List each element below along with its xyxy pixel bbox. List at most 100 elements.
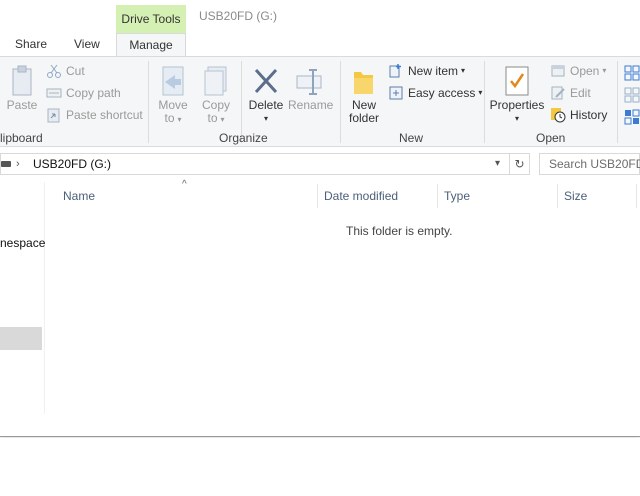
easy-access-button[interactable]: Easy access ▾ (388, 83, 482, 103)
history-icon (550, 107, 566, 123)
clipboard-group-label: lipboard (0, 131, 43, 145)
move-to-label-line2: to ▾ (155, 112, 191, 126)
folder-icon (354, 72, 373, 94)
dropdown-arrow-icon: ▾ (177, 115, 182, 124)
paste-button[interactable]: Paste (4, 63, 40, 123)
drive-tools-context-tab: Drive Tools (116, 5, 186, 33)
column-header-name[interactable]: Name (63, 182, 95, 210)
organize-group-label: Organize (219, 131, 268, 145)
easy-access-label: Easy access (408, 86, 476, 100)
open-label: Open (570, 64, 600, 78)
copy-to-icon (204, 66, 227, 96)
nav-item-selected[interactable] (0, 327, 42, 350)
select-none-icon[interactable] (624, 87, 640, 103)
column-divider[interactable] (636, 184, 637, 208)
dropdown-arrow-icon: ▾ (461, 66, 466, 75)
drive-icon (1, 161, 11, 167)
select-all-icon[interactable] (624, 65, 640, 81)
cut-label: Cut (66, 64, 85, 78)
copy-path-button[interactable]: Copy path (46, 83, 121, 103)
open-button[interactable]: Open ▾ (550, 61, 606, 81)
new-item-icon (388, 63, 404, 79)
rename-button[interactable]: Rename (288, 63, 333, 125)
dropdown-arrow-icon: ▾ (602, 66, 607, 75)
navigation-pane: nespace (0, 182, 45, 414)
move-to-label: Move to ▾ (155, 99, 191, 126)
new-item-button[interactable]: New item ▾ (388, 61, 465, 81)
ribbon: Paste Cut Copy path Paste shortcut lipbo… (0, 56, 640, 147)
new-folder-label: New folder (345, 99, 383, 125)
rename-icon (296, 69, 322, 95)
address-bar[interactable]: › USB20FD (G:) ▾ (0, 153, 510, 175)
ribbon-separator (617, 61, 618, 143)
search-input[interactable]: Search USB20FD (G:) (539, 153, 640, 175)
breadcrumb-chevron-icon[interactable]: › (16, 154, 20, 174)
refresh-icon: ↻ (514, 157, 525, 171)
refresh-button[interactable]: ↻ (510, 153, 530, 175)
search-placeholder: Search USB20FD (G:) (549, 157, 640, 171)
ribbon-tabs: Share View Manage (0, 33, 640, 57)
tab-view[interactable]: View (74, 33, 100, 56)
tab-share[interactable]: Share (15, 33, 47, 56)
paste-label: Paste (6, 98, 38, 112)
copy-to-button[interactable]: Copy to ▾ (198, 63, 234, 125)
copy-to-label-line2-text: to (207, 111, 218, 125)
paste-shortcut-button[interactable]: Paste shortcut (46, 105, 143, 125)
column-header-date-modified[interactable]: Date modified (324, 182, 398, 210)
edit-pencil-icon (550, 85, 566, 101)
delete-label-text: Delete (248, 98, 284, 112)
new-folder-button[interactable]: New folder (345, 63, 383, 125)
open-group-label: Open (536, 131, 566, 145)
window-title: USB20FD (G:) (199, 9, 278, 23)
open-icon (550, 63, 566, 79)
column-header-size[interactable]: Size (564, 182, 587, 210)
move-to-icon (162, 66, 184, 96)
copy-to-label: Copy to ▾ (198, 99, 234, 126)
column-header-type[interactable]: Type (444, 182, 470, 210)
edit-label: Edit (570, 86, 591, 100)
explorer-window: Drive Tools USB20FD (G:) Share View Mana… (0, 0, 640, 437)
properties-icon (505, 66, 529, 96)
copy-path-icon (46, 85, 62, 101)
clipboard-icon (12, 65, 32, 96)
properties-label: Properties ▾ (489, 99, 545, 125)
easy-access-icon (388, 85, 404, 101)
file-list: ^ Name Date modified Type Size This fold… (46, 179, 640, 436)
breadcrumb-current[interactable]: USB20FD (G:) (33, 154, 111, 174)
move-to-button[interactable]: Move to ▾ (155, 63, 191, 125)
dropdown-arrow-icon: ▾ (220, 115, 225, 124)
nav-item-namespace[interactable]: nespace (0, 236, 45, 250)
column-divider[interactable] (317, 184, 318, 208)
sort-ascending-icon: ^ (182, 179, 187, 190)
dropdown-arrow-icon: ▾ (478, 88, 483, 97)
cut-button[interactable]: Cut (46, 61, 85, 81)
address-row: › USB20FD (G:) ▾ ↻ Search USB20FD (G:) (0, 148, 640, 182)
new-folder-label-line2: folder (348, 111, 380, 125)
tab-manage[interactable]: Manage (116, 33, 186, 57)
dropdown-arrow-icon: ▾ (263, 114, 268, 123)
ribbon-separator (484, 61, 485, 143)
empty-folder-message: This folder is empty. (346, 224, 453, 238)
paste-shortcut-label: Paste shortcut (66, 108, 143, 122)
copy-to-label-line2: to ▾ (198, 112, 234, 126)
column-divider[interactable] (557, 184, 558, 208)
copy-path-label: Copy path (66, 86, 121, 100)
desktop-background (0, 438, 640, 496)
move-to-label-line2-text: to (164, 111, 175, 125)
dropdown-arrow-icon: ▾ (514, 114, 519, 123)
edit-button[interactable]: Edit (550, 83, 591, 103)
title-bar: Drive Tools USB20FD (G:) (0, 0, 640, 33)
delete-button[interactable]: Delete ▾ (246, 63, 286, 125)
invert-selection-icon[interactable] (624, 109, 640, 125)
ribbon-separator (148, 61, 149, 143)
column-divider[interactable] (437, 184, 438, 208)
paste-shortcut-icon (46, 107, 62, 123)
new-item-label: New item (408, 64, 459, 78)
properties-button[interactable]: Properties ▾ (489, 63, 545, 125)
address-history-dropdown-icon[interactable]: ▾ (495, 154, 500, 174)
history-button[interactable]: History (550, 105, 607, 125)
history-label: History (570, 108, 608, 122)
new-group-label: New (399, 131, 424, 145)
ribbon-separator (340, 61, 341, 143)
delete-label: Delete ▾ (246, 99, 286, 125)
